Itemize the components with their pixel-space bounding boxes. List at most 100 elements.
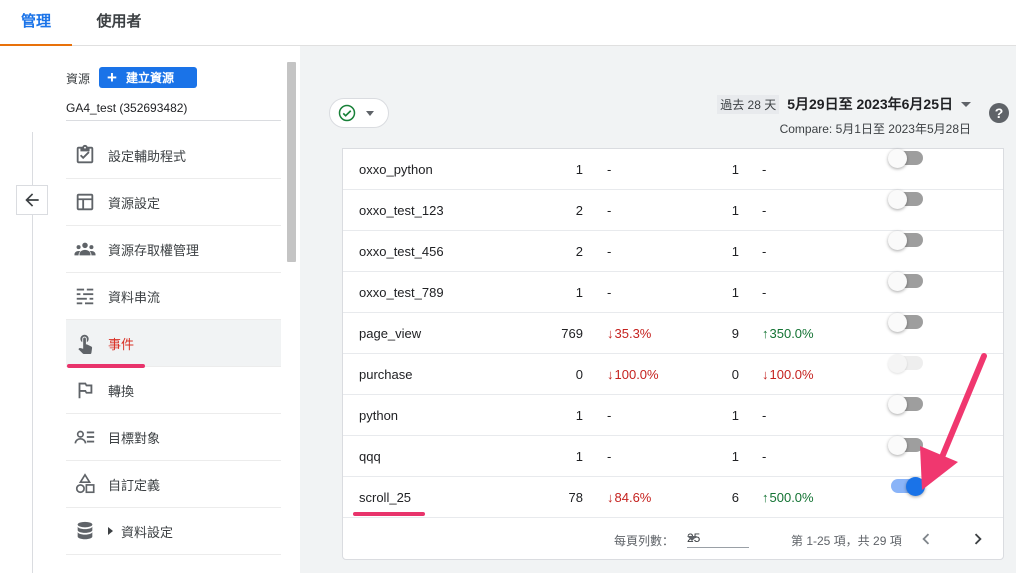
sidebar-item-audiences[interactable]: 目標對象 — [66, 414, 281, 461]
sidebar-item-data-settings[interactable]: 資料設定 — [66, 508, 281, 555]
previous-page-button[interactable] — [915, 528, 937, 550]
user-count: 1 — [731, 285, 739, 300]
create-property-label: 建立資源 — [125, 71, 174, 85]
event-count-change: ↓84.6% — [607, 477, 651, 518]
back-button[interactable] — [16, 185, 48, 215]
event-name: purchase — [359, 367, 413, 382]
table-row: oxxo_python 1 - 1 - — [343, 149, 1003, 190]
event-count-change-value: - — [607, 408, 612, 423]
highlight-underline-events — [67, 364, 145, 368]
event-count-change-value: 100.0% — [614, 367, 659, 382]
toggle-knob — [888, 272, 907, 291]
date-range-picker[interactable]: 過去 28 天 5月29日至 2023年6月25日 Compare: 5月1日至… — [717, 94, 971, 137]
arrow-down-icon: ↓ — [607, 326, 614, 341]
arrow-up-icon: ↑ — [762, 490, 769, 505]
event-name: oxxo_test_789 — [359, 285, 444, 300]
arrow-down-icon: ↓ — [762, 367, 769, 382]
audience-icon — [74, 426, 96, 448]
user-count: 1 — [731, 244, 739, 259]
sidebar: 資源 + 建立資源 GA4_test (352693482) 設定輔助程式 資源… — [0, 46, 300, 573]
compare-range-text: Compare: 5月1日至 2023年5月28日 — [779, 122, 971, 136]
help-icon[interactable]: ? — [989, 103, 1009, 123]
sidebar-item-label: 資源存取權管理 — [108, 242, 200, 258]
event-count: 1 — [575, 162, 583, 177]
sidebar-item-label: 目標對象 — [108, 430, 161, 446]
page-info: 第 1-25 項，共 29 項 — [791, 534, 902, 548]
next-page-button[interactable] — [967, 528, 989, 550]
event-count-change-value: 84.6% — [614, 490, 652, 505]
arrow-down-icon: ↓ — [607, 490, 614, 505]
event-count-change-value: - — [607, 285, 612, 300]
user-count-change: ↑500.0% — [762, 477, 814, 518]
chevron-down-icon — [961, 101, 971, 107]
mark-as-conversion-toggle[interactable] — [888, 272, 924, 291]
event-count-change-value: - — [607, 449, 612, 464]
sidebar-item-access-management[interactable]: 資源存取權管理 — [66, 226, 281, 273]
mark-as-conversion-toggle[interactable] — [888, 231, 924, 250]
expand-triangle-icon[interactable] — [108, 527, 113, 535]
event-name: oxxo_python — [359, 162, 433, 177]
property-divider — [66, 120, 281, 121]
database-icon — [74, 520, 96, 542]
event-name: oxxo_test_123 — [359, 203, 444, 218]
sidebar-item-property-settings[interactable]: 資源設定 — [66, 179, 281, 226]
event-count-change-value: - — [607, 244, 612, 259]
table-pagination: 每頁列數： 25 第 1-25 項，共 29 項 — [343, 519, 1003, 559]
table-row: page_view 769 ↓35.3% 9 ↑350.0% — [343, 313, 1003, 354]
layout-icon — [74, 191, 96, 213]
property-name: GA4_test (352693482) — [66, 101, 188, 115]
highlight-underline-scroll-25 — [353, 512, 425, 516]
user-count-change: - — [762, 190, 766, 231]
arrow-down-icon: ↓ — [607, 367, 614, 382]
table-row: oxxo_test_123 2 - 1 - — [343, 190, 1003, 231]
clipboard-check-icon — [74, 144, 96, 166]
event-count-change: ↓35.3% — [607, 313, 651, 354]
tab-admin[interactable]: 管理 — [0, 0, 72, 46]
mark-as-conversion-toggle[interactable] — [888, 313, 924, 332]
annotation-arrow — [920, 353, 987, 490]
event-count: 0 — [575, 367, 583, 382]
event-count-change: - — [607, 149, 611, 190]
touch-icon — [74, 332, 96, 354]
user-count-change-value: - — [762, 285, 767, 300]
event-count: 1 — [575, 408, 583, 423]
tab-users[interactable]: 使用者 — [84, 0, 154, 46]
event-count: 1 — [575, 449, 583, 464]
event-count: 2 — [575, 244, 583, 259]
data-stream-icon — [74, 285, 96, 307]
sidebar-item-conversions[interactable]: 轉換 — [66, 367, 281, 414]
user-count-change-value: - — [762, 449, 767, 464]
rows-per-page-select[interactable]: 25 — [687, 528, 749, 548]
user-count: 1 — [731, 203, 739, 218]
sidebar-item-setup-assistant[interactable]: 設定輔助程式 — [66, 132, 281, 179]
date-range-text: 5月29日至 2023年6月25日 — [787, 96, 953, 112]
user-count-change: - — [762, 231, 766, 272]
people-icon — [74, 238, 96, 260]
event-name: oxxo_test_456 — [359, 244, 444, 259]
comparison-filter-chip[interactable] — [329, 98, 389, 128]
range-preset-label: 過去 28 天 — [717, 94, 780, 114]
toggle-knob — [888, 190, 907, 209]
create-property-button[interactable]: + 建立資源 — [99, 67, 197, 88]
event-count-change: - — [607, 272, 611, 313]
sidebar-item-data-streams[interactable]: 資料串流 — [66, 273, 281, 320]
toggle-knob — [888, 313, 907, 332]
rows-per-page-label: 每頁列數： — [614, 534, 675, 548]
user-count-change: ↓100.0% — [762, 354, 814, 395]
sidebar-item-custom-definitions[interactable]: 自訂定義 — [66, 461, 281, 508]
flag-icon — [74, 379, 96, 401]
mark-as-conversion-toggle[interactable] — [888, 149, 924, 168]
event-count: 1 — [575, 285, 583, 300]
user-count-change: - — [762, 149, 766, 190]
sidebar-scrollbar[interactable] — [287, 62, 296, 262]
event-count-change: ↓100.0% — [607, 354, 659, 395]
toggle-knob — [888, 149, 907, 168]
sidebar-item-events[interactable]: 事件 — [66, 320, 281, 367]
user-count: 6 — [731, 490, 739, 505]
user-count: 1 — [731, 449, 739, 464]
event-count-change-value: - — [607, 162, 612, 177]
event-count-change: - — [607, 436, 611, 477]
mark-as-conversion-toggle[interactable] — [888, 190, 924, 209]
event-count: 769 — [561, 326, 583, 341]
event-count: 78 — [568, 490, 583, 505]
